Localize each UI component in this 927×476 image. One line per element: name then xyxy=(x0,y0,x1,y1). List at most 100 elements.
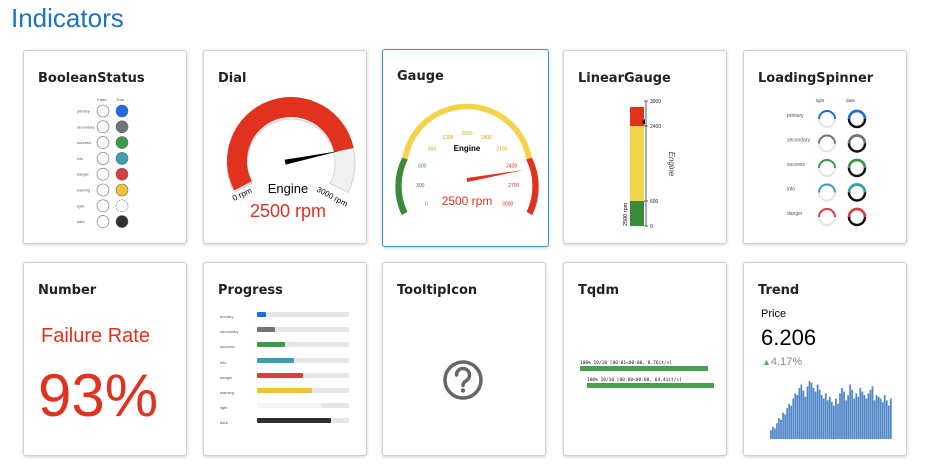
trend-bar xyxy=(843,391,845,439)
progress-label: warning xyxy=(220,390,235,395)
trend-bar xyxy=(853,398,856,439)
gauge-name: Engine xyxy=(454,144,481,153)
question-circle-icon[interactable] xyxy=(441,358,485,402)
spinner-row-label: success xyxy=(787,162,806,168)
tqdm-card[interactable]: Tqdm 100% 10/10 [00:01<00:00, 8.76it/s] … xyxy=(563,262,727,456)
lineargauge-tick-label: 2400 xyxy=(650,124,661,130)
lineargauge-tick-label: 600 xyxy=(650,199,659,205)
false-column-header: False xyxy=(97,97,108,102)
trend-bar xyxy=(863,395,866,439)
trend-bar xyxy=(865,398,868,439)
trend-bar xyxy=(847,395,849,439)
trend-bar xyxy=(770,430,772,439)
trend-bar xyxy=(833,405,835,439)
boolean-row-label: success xyxy=(77,141,91,145)
boolean-row-label: info xyxy=(77,157,83,161)
trend-bar xyxy=(845,400,847,439)
spinner-dark-arc xyxy=(847,207,867,218)
number-name: Failure Rate xyxy=(41,325,150,347)
gauge-tick-label: 1800 xyxy=(481,135,492,141)
progress-label: secondary xyxy=(220,329,239,335)
trend-bar xyxy=(782,412,784,439)
trend-bar xyxy=(794,393,797,439)
booleanstatus-grid: False True primary secondary success info da… xyxy=(77,97,129,228)
dial-card[interactable]: Dial Engine 2500 rpm 0 rpm 3000 rpm xyxy=(203,50,367,244)
card-title: Progress xyxy=(218,283,283,298)
progress-fill xyxy=(257,388,313,393)
booleanstatus-card[interactable]: BooleanStatus False True primary secondar… xyxy=(23,50,187,244)
trend-bar xyxy=(877,396,880,439)
trend-bar xyxy=(806,386,809,439)
trend-bar xyxy=(867,393,870,439)
trend-bar xyxy=(849,384,852,439)
gauge-tick-label: 300 xyxy=(416,183,425,189)
trend-bar xyxy=(871,386,874,439)
progress-label: light xyxy=(220,405,228,411)
progress-bar xyxy=(257,372,349,378)
number-card[interactable]: Number Failure Rate 93% xyxy=(23,262,187,456)
card-title: Number xyxy=(38,283,97,298)
true-indicator xyxy=(115,183,129,197)
progress-fill xyxy=(257,418,331,424)
spinner-dark-arc xyxy=(847,183,867,193)
lineargauge-card[interactable]: LinearGauge 3000 2400 600 0 Engine 2500 rpm xyxy=(563,50,727,244)
true-column-header: True xyxy=(116,97,125,102)
gauge-tick-label: 0 xyxy=(425,202,428,208)
trend-bar xyxy=(802,390,805,439)
tooltipicon-card[interactable]: TooltipIcon xyxy=(382,262,546,456)
boolean-row-label: warning xyxy=(77,189,90,193)
gauge-band-green xyxy=(395,157,408,216)
trend-bar xyxy=(792,398,795,439)
progress-label: dark xyxy=(220,420,228,426)
card-title: TooltipIcon xyxy=(397,283,478,298)
progress-bar xyxy=(257,403,349,409)
progress-label: info xyxy=(220,359,227,365)
progress-fill xyxy=(257,403,322,409)
trend-bar xyxy=(780,419,782,439)
gauge-tick-label: 2100 xyxy=(496,147,507,153)
trend-bar xyxy=(814,391,817,439)
trend-bar xyxy=(822,398,825,439)
spinner-dark-arc xyxy=(847,134,867,144)
progress-card[interactable]: Progress primary secondary success info dang… xyxy=(203,262,367,456)
gauge-tick-label: 2700 xyxy=(508,183,519,189)
dial-name: Engine xyxy=(268,181,308,196)
trend-bar xyxy=(873,400,876,439)
trend-bar xyxy=(841,388,843,439)
progress-bar xyxy=(257,312,349,317)
true-indicator xyxy=(115,152,129,165)
number-value: 93% xyxy=(38,362,159,429)
trend-bar xyxy=(786,408,788,439)
trend-bar xyxy=(885,400,888,439)
progress-fill xyxy=(257,372,303,378)
trend-bar xyxy=(816,384,819,439)
true-indicator xyxy=(115,215,129,228)
trend-bar xyxy=(800,384,803,439)
gauge-value: 2500 rpm xyxy=(442,194,493,208)
gauge-card[interactable]: Gauge 0 300 600 900 1200 1500 1800 2100 2400 2700… xyxy=(382,49,549,247)
spinner-light-arc xyxy=(818,159,836,169)
trend-bar xyxy=(796,395,799,439)
gauge-tick-label: 2400 xyxy=(506,163,517,169)
loadingspinner-card[interactable]: LoadingSpinner light dark primary seconda… xyxy=(743,50,907,244)
trend-bar xyxy=(831,402,833,439)
trend-bar xyxy=(818,389,821,439)
spinner-light-arc xyxy=(818,134,836,144)
gauge-tick-label: 600 xyxy=(418,163,427,169)
gauge-tick-label: 1200 xyxy=(442,135,453,141)
spinner-dark-arc xyxy=(847,158,867,169)
dial-value: 2500 rpm xyxy=(250,201,326,221)
lineargauge-svg: 3000 2400 600 0 Engine 2500 rpm xyxy=(623,99,676,230)
boolean-row-label: secondary xyxy=(77,125,95,129)
trend-bar xyxy=(804,396,807,439)
tqdm-line-2: 100% 10/10 [00:00<00:00, 64.41it/s] xyxy=(587,377,682,383)
trend-bar xyxy=(784,414,786,439)
trend-bar xyxy=(778,417,780,439)
trend-card[interactable]: Trend Price 6.206 ▲4.17% xyxy=(743,262,907,456)
progress-label: primary xyxy=(220,314,234,319)
lineargauge-band-yellow xyxy=(630,126,644,201)
trend-bar xyxy=(820,395,823,439)
gauge-needle xyxy=(466,169,525,182)
false-indicator xyxy=(96,215,110,228)
dial-svg: Engine 2500 rpm 0 rpm 3000 rpm xyxy=(226,97,356,221)
